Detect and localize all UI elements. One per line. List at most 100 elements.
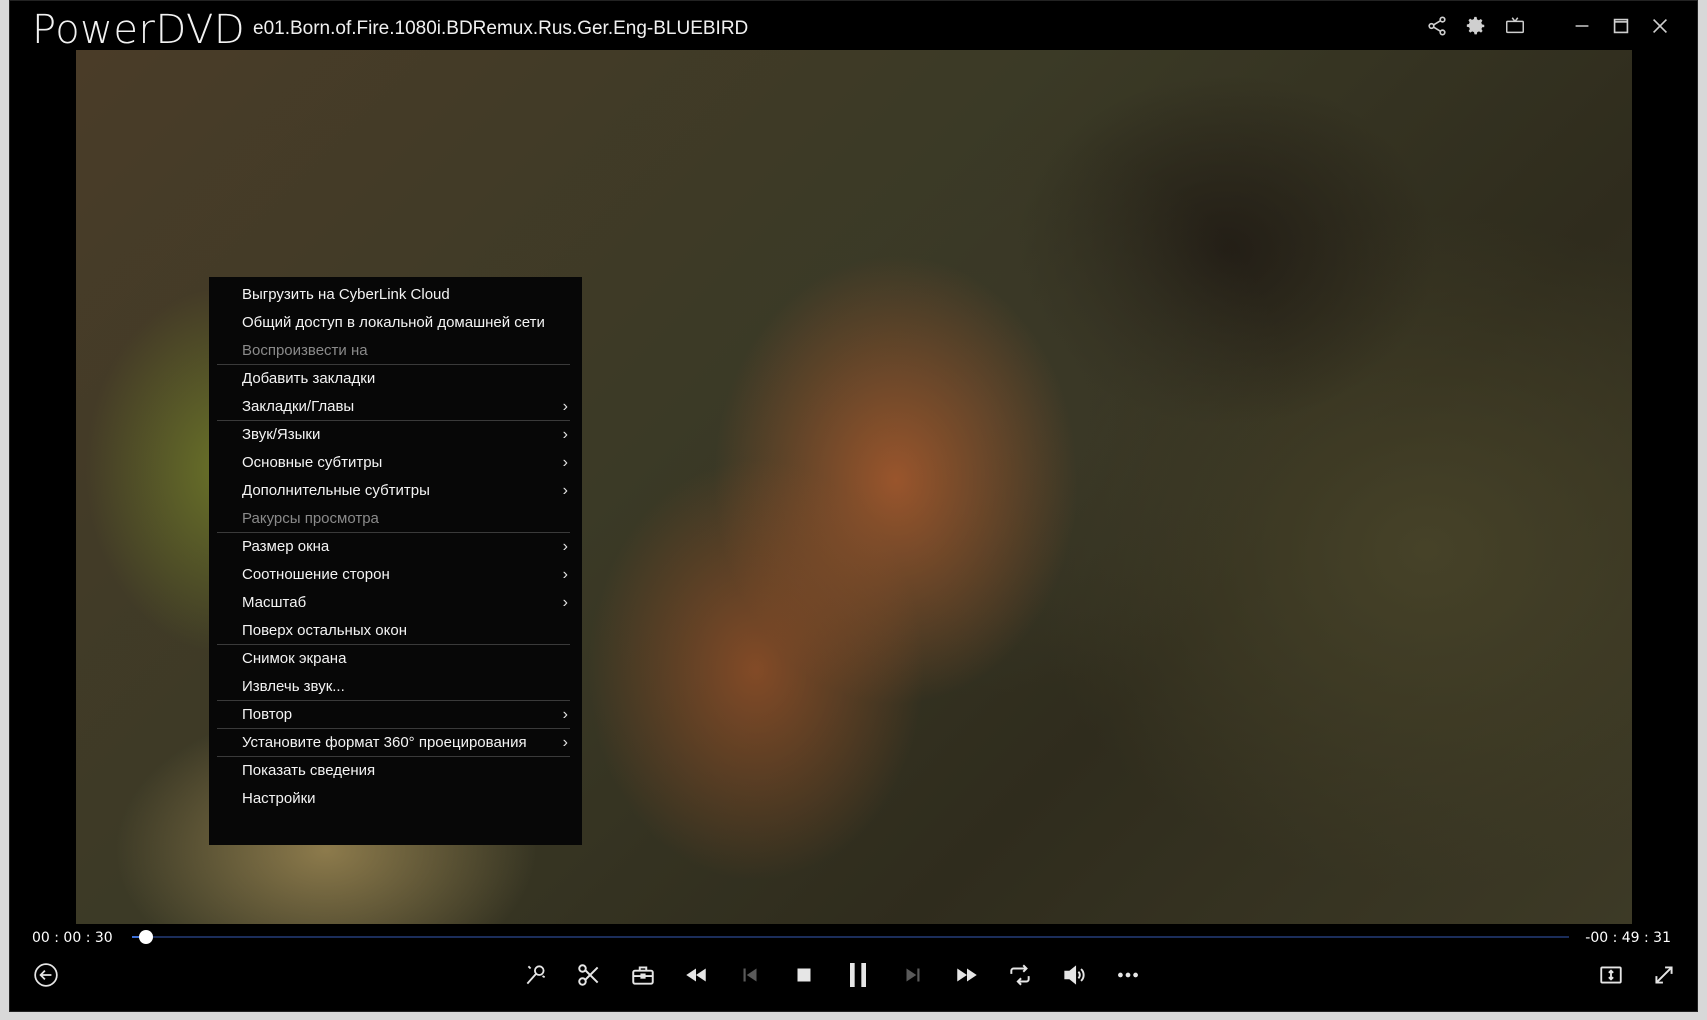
context-menu-item-label: Воспроизвести на [242, 342, 368, 359]
gear-icon [1466, 16, 1484, 35]
context-menu-item[interactable]: Установите формат 360° проецирования › [209, 729, 582, 757]
context-menu-item-label: Настройки [242, 790, 316, 807]
fullscreen-button[interactable] [1644, 955, 1684, 995]
context-menu-item-label: Масштаб [242, 594, 307, 611]
karaoke-button[interactable] [516, 955, 556, 995]
context-menu-item-label: Добавить закладки [242, 370, 376, 387]
repeat-button[interactable] [1000, 955, 1040, 995]
context-menu: Выгрузить на CyberLink Cloud Общий доступ… [209, 277, 582, 845]
close-icon [1652, 18, 1667, 34]
seek-bar[interactable] [132, 930, 1569, 944]
context-menu-item-label: Показать сведения [242, 762, 376, 779]
toolbox-icon [632, 966, 654, 985]
player-window: PowerDVD e01.Born.of.Fire.1080i.BDRemux.… [9, 0, 1698, 1012]
volume-icon [1064, 965, 1085, 985]
context-menu-item[interactable]: Основные субтитры › [209, 449, 582, 477]
context-menu-item[interactable]: Добавить закладки [209, 365, 582, 393]
context-menu-item[interactable]: Дополнительные субтитры › [209, 477, 582, 505]
minimize-button[interactable] [1562, 9, 1601, 43]
context-menu-item[interactable]: Общий доступ в локальной домашней сети [209, 309, 582, 337]
tools-button[interactable] [623, 955, 663, 995]
context-menu-item-label: Ракурсы просмотра [242, 510, 379, 527]
close-button[interactable] [1640, 9, 1679, 43]
context-menu-item-label: Извлечь звук... [242, 678, 345, 695]
chevron-right-icon: › [562, 706, 568, 723]
share-button[interactable] [1417, 9, 1456, 43]
current-time: 00 : 00 : 30 [32, 930, 113, 946]
context-menu-item[interactable]: Настройки [209, 785, 582, 813]
chevron-right-icon: › [562, 482, 568, 499]
context-menu-item-label: Размер окна [242, 538, 330, 555]
tv-icon [1505, 17, 1524, 34]
stop-icon [797, 968, 811, 982]
rewind-button[interactable] [676, 955, 716, 995]
remaining-time: -00 : 49 : 31 [1585, 930, 1671, 946]
context-menu-item[interactable]: Масштаб › [209, 589, 582, 617]
tv-mode-button[interactable] [1495, 9, 1534, 43]
title-controls-gap [1534, 9, 1562, 43]
mini-player-icon [1600, 966, 1622, 984]
control-bar [10, 951, 1697, 997]
back-icon [34, 963, 58, 987]
context-menu-item[interactable]: Поверх остальных окон [209, 617, 582, 645]
next-icon [906, 968, 920, 982]
rewind-icon [686, 968, 706, 982]
next-chapter-button[interactable] [893, 955, 933, 995]
maximize-icon [1613, 18, 1628, 34]
chevron-right-icon: › [562, 594, 568, 611]
previous-chapter-button[interactable] [730, 955, 770, 995]
scissors-icon [578, 964, 599, 986]
context-menu-item-label: Дополнительные субтитры [242, 482, 430, 499]
context-menu-item-label: Основные субтитры [242, 454, 383, 471]
timeline: 00 : 00 : 30 -00 : 49 : 31 [10, 924, 1697, 950]
volume-button[interactable] [1054, 955, 1094, 995]
pause-button[interactable] [838, 955, 878, 995]
chevron-right-icon: › [562, 734, 568, 751]
chevron-right-icon: › [562, 566, 568, 583]
chevron-right-icon: › [562, 538, 568, 555]
chevron-right-icon: › [562, 426, 568, 443]
context-menu-item-label: Закладки/Главы [242, 398, 355, 415]
karaoke-mic-icon [526, 965, 546, 985]
fast-forward-icon [957, 968, 977, 982]
stop-button[interactable] [784, 955, 824, 995]
context-menu-item-label: Снимок экрана [242, 650, 347, 667]
more-icon [1118, 972, 1138, 978]
context-menu-item-label: Повтор [242, 706, 293, 723]
share-icon [1427, 16, 1446, 36]
seek-handle[interactable] [139, 930, 154, 944]
repeat-icon [1010, 964, 1030, 986]
context-menu-item-label: Общий доступ в локальной домашней сети [242, 314, 545, 331]
context-menu-item: Воспроизвести на [209, 337, 582, 365]
context-menu-item[interactable]: Размер окна › [209, 533, 582, 561]
maximize-button[interactable] [1601, 9, 1640, 43]
context-menu-item[interactable]: Соотношение сторон › [209, 561, 582, 589]
minimize-icon [1575, 25, 1588, 27]
context-menu-item[interactable]: Извлечь звук... [209, 673, 582, 701]
context-menu-item-label: Звук/Языки [242, 426, 321, 443]
context-menu-item-label: Поверх остальных окон [242, 622, 407, 639]
back-button[interactable] [26, 955, 66, 995]
context-menu-item[interactable]: Снимок экрана [209, 645, 582, 673]
title-bar[interactable]: PowerDVD e01.Born.of.Fire.1080i.BDRemux.… [10, 1, 1697, 53]
context-menu-item[interactable]: Закладки/Главы › [209, 393, 582, 421]
fast-forward-button[interactable] [947, 955, 987, 995]
fullscreen-icon [1655, 966, 1673, 984]
mini-player-button[interactable] [1591, 955, 1631, 995]
previous-icon [743, 968, 757, 982]
title-controls [1417, 9, 1679, 43]
context-menu-item: Ракурсы просмотра [209, 505, 582, 533]
app-name: PowerDVD [32, 7, 246, 53]
context-menu-item[interactable]: Выгрузить на CyberLink Cloud [209, 281, 582, 309]
context-menu-item[interactable]: Повтор › [209, 701, 582, 729]
context-menu-item[interactable]: Звук/Языки › [209, 421, 582, 449]
trim-button[interactable] [569, 955, 609, 995]
settings-button[interactable] [1456, 9, 1495, 43]
file-title: e01.Born.of.Fire.1080i.BDRemux.Rus.Ger.E… [253, 18, 749, 39]
context-menu-item-label: Установите формат 360° проецирования [242, 734, 527, 751]
more-button[interactable] [1108, 955, 1148, 995]
pause-icon [850, 963, 866, 987]
context-menu-item-label: Выгрузить на CyberLink Cloud [242, 286, 450, 303]
context-menu-item[interactable]: Показать сведения [209, 757, 582, 785]
chevron-right-icon: › [562, 454, 568, 471]
